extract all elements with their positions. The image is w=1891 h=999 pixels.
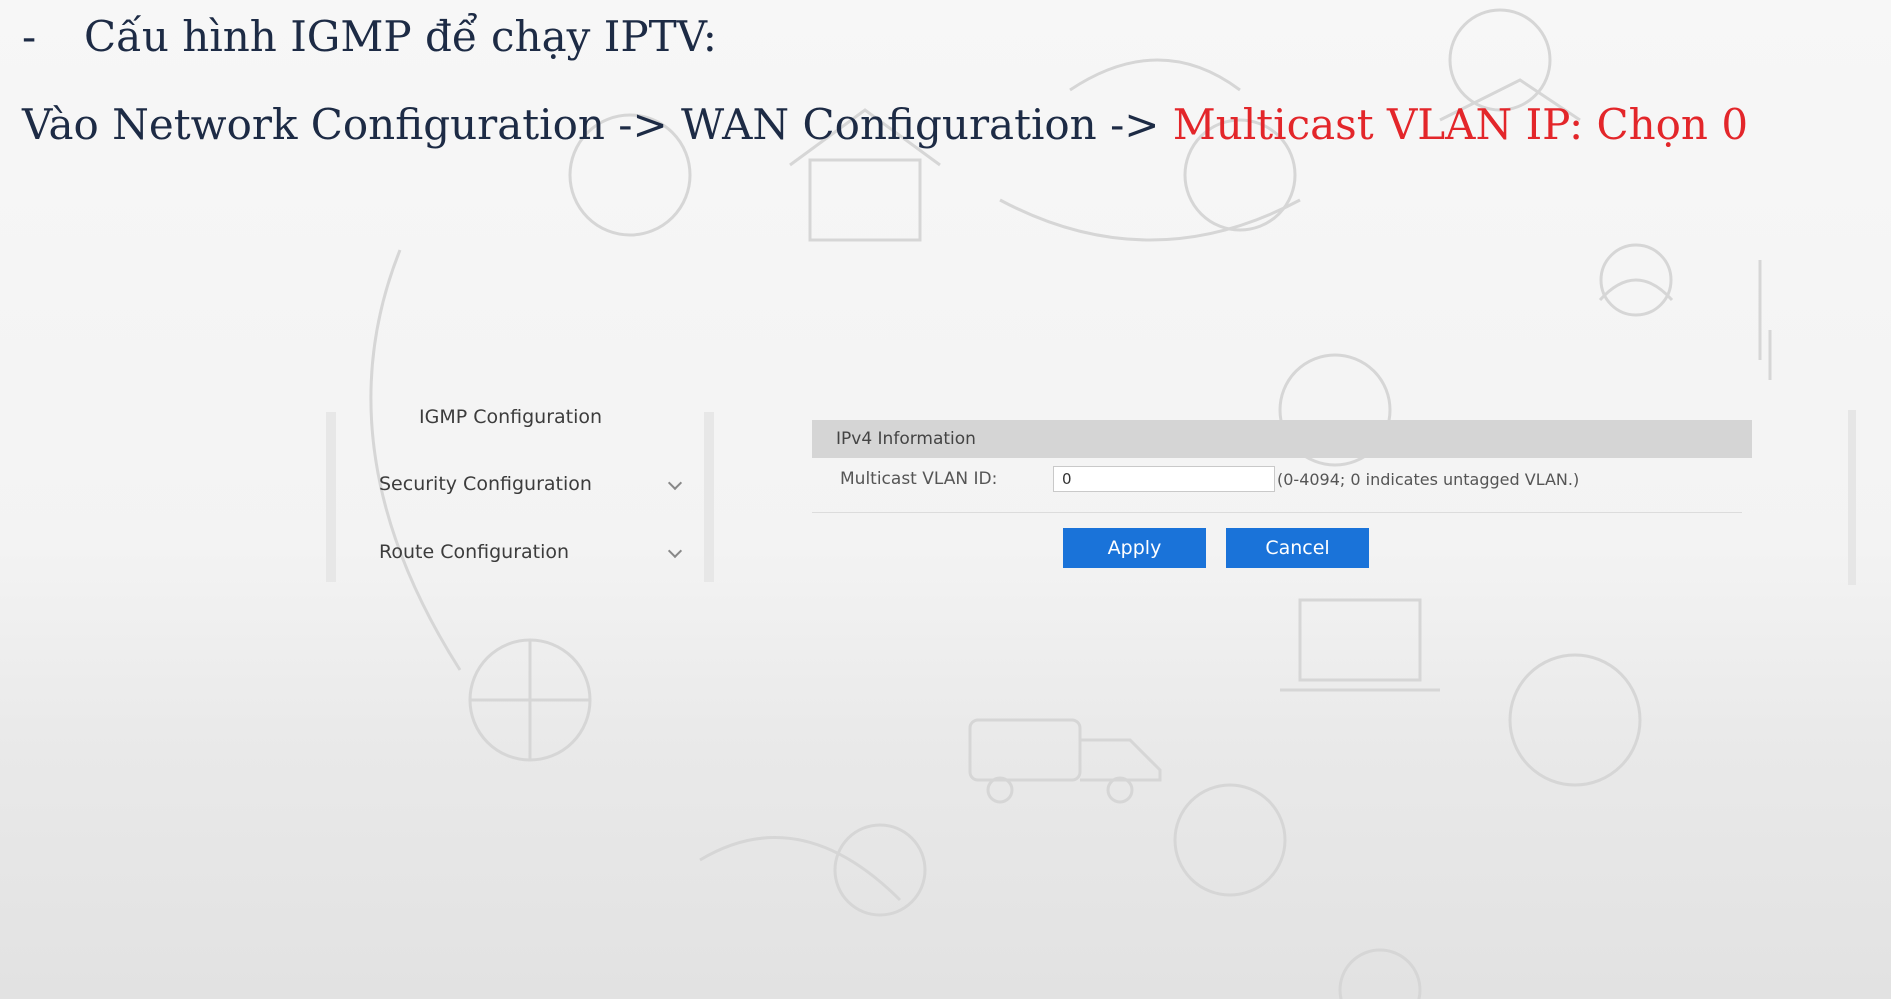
- sidebar-item-igmp-configuration[interactable]: IGMP Configuration: [419, 409, 602, 428]
- section-title: IPv4 Information: [836, 429, 976, 449]
- heading-text: Cấu hình IGMP để chạy IPTV:: [84, 12, 717, 61]
- sidebar-item-route-configuration[interactable]: Route Configuration: [379, 541, 569, 563]
- section-header-ipv4-information: IPv4 Information: [812, 420, 1752, 458]
- highlighted-instruction: Multicast VLAN IP: Chọn 0: [1172, 100, 1749, 149]
- background-doodles: [369, 8, 1772, 999]
- apply-button[interactable]: Apply: [1063, 528, 1206, 568]
- slide-heading: - Cấu hình IGMP để chạy IPTV:: [22, 12, 717, 61]
- cancel-button[interactable]: Cancel: [1226, 528, 1369, 568]
- navigation-path: Vào Network Configuration -> WAN Configu…: [22, 100, 1173, 149]
- multicast-vlan-id-label: Multicast VLAN ID:: [840, 469, 998, 489]
- scroll-edge: [1848, 410, 1856, 585]
- navigation-instruction: Vào Network Configuration -> WAN Configu…: [22, 100, 1748, 149]
- bullet-dash: -: [22, 12, 37, 61]
- sidebar-item-security-configuration[interactable]: Security Configuration: [379, 473, 592, 495]
- multicast-vlan-id-input[interactable]: [1053, 466, 1275, 492]
- divider: [812, 512, 1742, 513]
- vlan-range-hint: (0-4094; 0 indicates untagged VLAN.): [1277, 470, 1580, 489]
